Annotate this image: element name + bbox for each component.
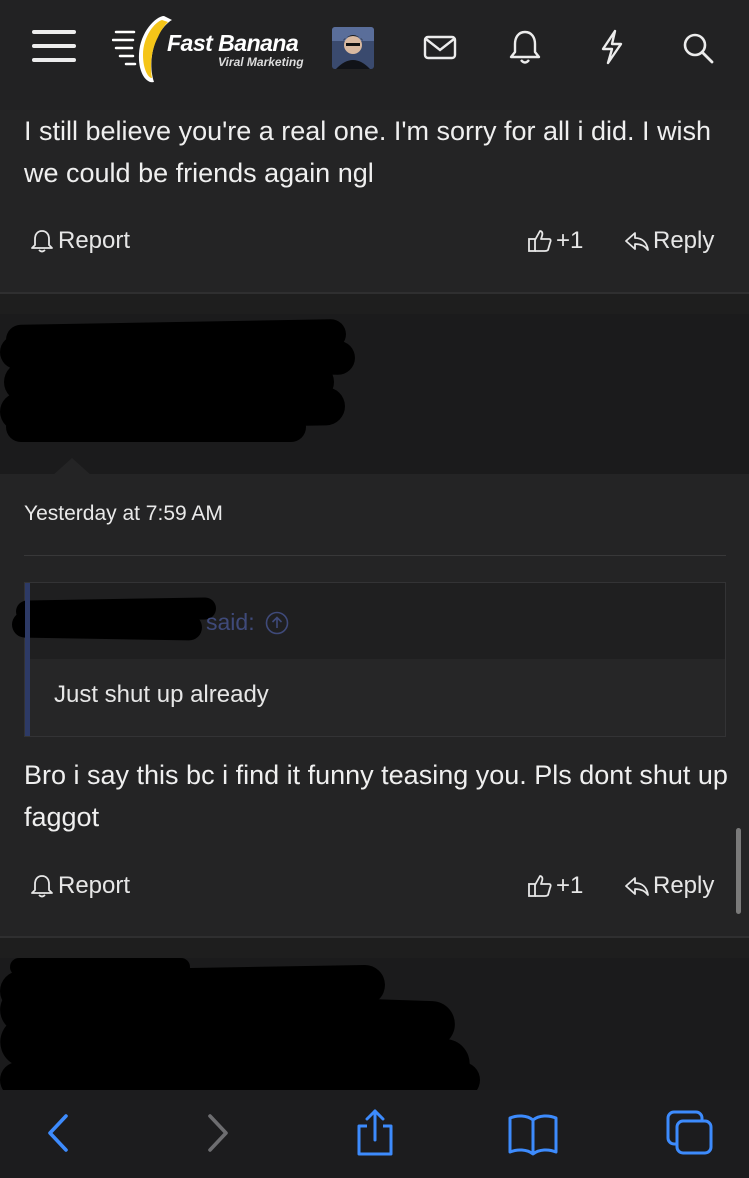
- user-avatar[interactable]: [332, 27, 374, 69]
- quote-header: said:: [11, 583, 725, 659]
- share-icon[interactable]: [347, 1108, 403, 1158]
- thumbs-up-icon: [528, 875, 552, 897]
- like-button[interactable]: +1: [527, 227, 583, 255]
- report-button[interactable]: Report: [29, 872, 130, 900]
- thumbs-up-icon: [528, 230, 552, 252]
- post-author-block: [0, 314, 749, 476]
- logo-name: Fast Banana: [167, 30, 299, 56]
- post-body: I still believe you're a real one. I'm s…: [24, 116, 712, 188]
- report-button[interactable]: Report: [29, 227, 130, 255]
- thread-content: I still believe you're a real one. I'm s…: [0, 110, 749, 1090]
- quote-accent-bar: [25, 583, 30, 736]
- browser-toolbar: [0, 1090, 749, 1178]
- report-label: Report: [58, 227, 131, 254]
- avatar-image: [332, 27, 374, 69]
- top-navigation-bar: Fast Banana Viral Marketing: [0, 0, 749, 110]
- redacted-username: [0, 1062, 480, 1090]
- scrollbar[interactable]: [736, 828, 741, 914]
- forward-icon[interactable]: [190, 1108, 246, 1158]
- quote-content: Just shut up already: [30, 659, 725, 736]
- post-timestamp[interactable]: Yesterday at 7:59 AM: [24, 502, 223, 526]
- quote-attribution[interactable]: said:: [206, 609, 289, 636]
- logo-tagline: Viral Marketing: [218, 55, 304, 69]
- post-actions: Report +1 Reply: [0, 868, 749, 908]
- site-logo[interactable]: Fast Banana Viral Marketing: [112, 12, 312, 87]
- post: I still believe you're a real one. I'm s…: [0, 110, 749, 292]
- reply-button[interactable]: Reply: [624, 872, 714, 900]
- divider: [24, 555, 726, 556]
- like-button[interactable]: +1: [527, 872, 583, 900]
- post-author-block: [0, 958, 749, 1090]
- tabs-icon[interactable]: [662, 1108, 718, 1158]
- post-actions: Report +1 Reply: [0, 223, 749, 263]
- post-separator: [0, 936, 749, 938]
- reply-icon: [625, 232, 649, 251]
- reply-button[interactable]: Reply: [624, 227, 714, 255]
- bell-icon[interactable]: [508, 28, 542, 66]
- mail-icon[interactable]: [423, 28, 457, 66]
- said-label: said:: [206, 609, 255, 635]
- caret-pointer: [52, 458, 92, 476]
- jump-to-quote-icon: [265, 611, 288, 634]
- search-icon[interactable]: [681, 28, 715, 66]
- redacted-username: [6, 412, 306, 442]
- bolt-icon[interactable]: [595, 28, 629, 66]
- report-label: Report: [58, 872, 131, 899]
- reply-label: Reply: [653, 227, 715, 254]
- post-body: Bro i say this bc i find it funny teasin…: [24, 760, 728, 832]
- post: Yesterday at 7:59 AM said: Just shut up …: [0, 474, 749, 936]
- reply-icon: [625, 877, 649, 896]
- reaction-count: +1: [556, 872, 584, 899]
- quote-block: said: Just shut up already: [11, 582, 726, 737]
- reaction-count: +1: [556, 227, 584, 254]
- quote-text: Just shut up already: [54, 681, 269, 708]
- bookmarks-icon[interactable]: [505, 1108, 561, 1158]
- redacted-quoted-username: [11, 611, 203, 641]
- post-separator: [0, 292, 749, 294]
- bell-icon: [31, 875, 53, 898]
- reply-label: Reply: [653, 872, 715, 899]
- menu-icon[interactable]: [32, 28, 76, 64]
- back-icon[interactable]: [30, 1108, 86, 1158]
- bell-icon: [31, 230, 53, 253]
